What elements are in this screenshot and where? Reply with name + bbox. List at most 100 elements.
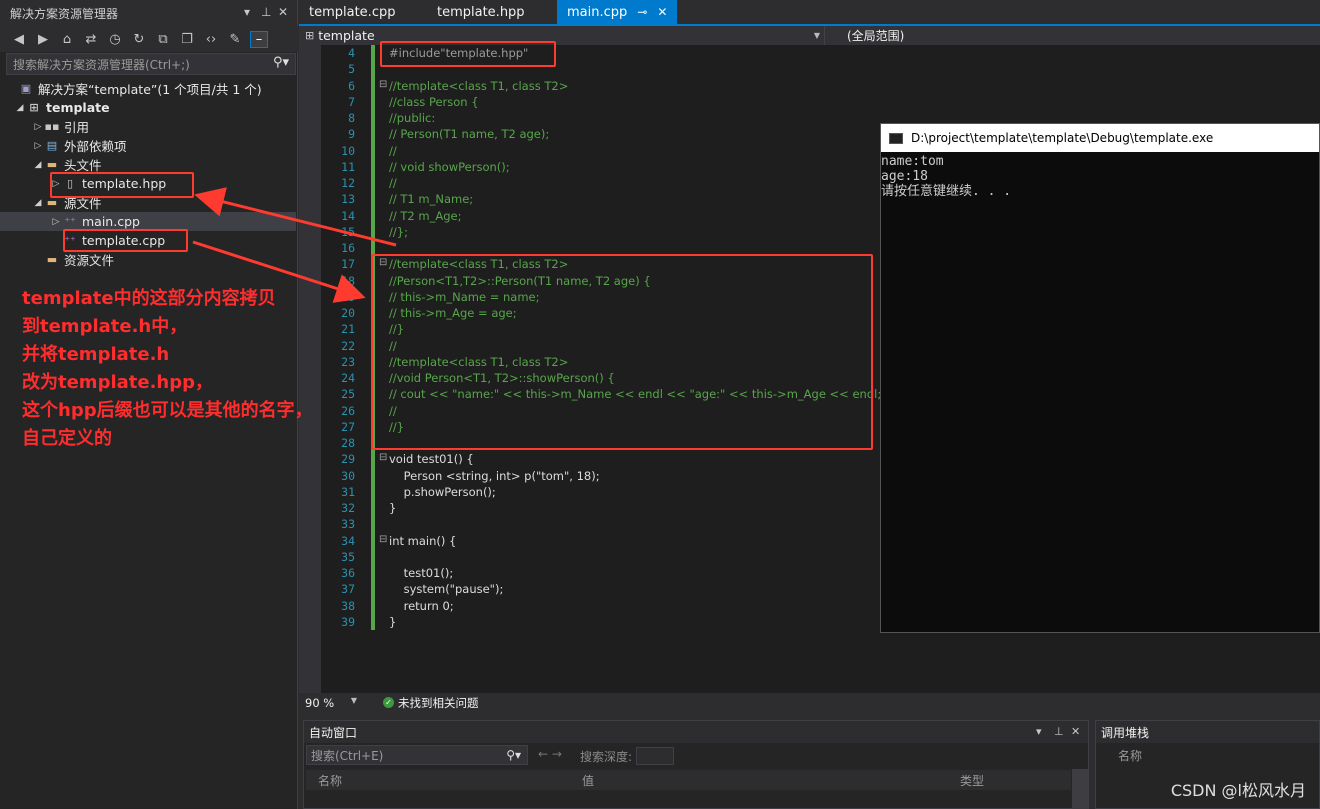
tree-item-solution[interactable]: ▣ 解决方案“template”(1 个项目/共 1 个)	[0, 79, 296, 98]
code-line: system("pause");	[389, 582, 504, 597]
folder-icon: ▬	[46, 158, 58, 171]
chevron-down-icon: ▼	[350, 695, 357, 705]
close-icon[interactable]: ✕	[1071, 725, 1080, 738]
window-position-dropdown-icon[interactable]: ▾	[244, 5, 250, 19]
search-depth-dropdown[interactable]	[636, 747, 675, 765]
console-line: 请按任意键继续. . .	[881, 184, 1012, 199]
line-number: 36	[341, 566, 355, 580]
issues-indicator[interactable]: ✓ 未找到相关问题	[383, 695, 479, 711]
callstack-title-bar: 调用堆栈	[1096, 721, 1319, 743]
line-number: 15	[341, 224, 355, 239]
properties-wrench-icon[interactable]: ✎	[226, 32, 244, 47]
project-dropdown[interactable]: ⊞ template ▼	[299, 26, 825, 45]
auto-hide-pin-icon[interactable]: ⊥	[1054, 725, 1064, 738]
search-navigation: ← →	[538, 747, 562, 761]
collapse-toggle-icon[interactable]: ⊟	[379, 534, 387, 545]
search-placeholder: 搜索解决方案资源管理器(Ctrl+;)	[13, 57, 190, 72]
expanded-arrow-icon[interactable]: ◢	[14, 103, 26, 113]
check-icon: ✓	[383, 697, 394, 708]
line-number: 25	[341, 387, 355, 402]
tab-template-hpp[interactable]: template.hpp	[427, 0, 557, 24]
vertical-scrollbar[interactable]	[1072, 769, 1088, 809]
annotation-line: 改为template.hpp，	[22, 372, 214, 393]
back-icon[interactable]: ◀	[10, 32, 28, 47]
scope-dropdown[interactable]: (全局范围)	[825, 27, 904, 44]
console-window[interactable]: D:\project\template\template\Debug\templ…	[880, 123, 1320, 633]
line-number: 39	[341, 614, 355, 629]
collapse-toggle-icon[interactable]: ⊟	[379, 79, 387, 90]
solution-explorer-search-input[interactable]: 搜索解决方案资源管理器(Ctrl+;) ⚲▾	[6, 53, 296, 75]
line-number: 9	[348, 127, 355, 142]
tree-item-label: template	[46, 100, 110, 115]
column-header-type[interactable]: 类型	[948, 772, 984, 789]
line-number: 6	[348, 78, 355, 93]
code-line: // void showPerson();	[389, 159, 510, 174]
line-number: 23	[341, 354, 355, 369]
window-position-dropdown-icon[interactable]: ▾	[1036, 725, 1042, 738]
zoom-dropdown[interactable]: 90 % ▼	[299, 696, 359, 710]
auto-hide-pin-icon[interactable]: ⊥	[261, 5, 271, 19]
tree-item-label: main.cpp	[82, 214, 140, 229]
expanded-arrow-icon[interactable]: ◢	[32, 160, 44, 170]
search-icon[interactable]: ⚲▾	[506, 748, 521, 762]
autos-title-bar: 自动窗口 ▾ ⊥ ✕	[304, 721, 1088, 743]
search-icon[interactable]: ⚲▾	[273, 55, 289, 70]
line-number: 17	[341, 257, 355, 272]
autos-title: 自动窗口	[309, 725, 358, 740]
tree-item-project[interactable]: ◢ ⊞ template	[0, 98, 296, 117]
close-icon[interactable]: ✕	[278, 5, 288, 19]
code-line: int main() {	[389, 533, 457, 548]
switch-views-icon[interactable]: ⇄	[82, 32, 100, 47]
history-icon[interactable]: ◷	[106, 32, 124, 47]
collapsed-arrow-icon[interactable]: ▷	[50, 217, 62, 227]
annotation-line: 并将template.h	[22, 344, 170, 365]
close-tab-icon[interactable]: ✕	[657, 5, 667, 19]
console-line: age:18	[881, 169, 928, 184]
arrow-left-icon[interactable]: ←	[538, 747, 548, 761]
tab-main-cpp[interactable]: main.cpp ⊸ ✕	[557, 0, 678, 24]
tab-label: template.hpp	[437, 4, 525, 20]
line-number: 24	[341, 371, 355, 385]
pin-tab-icon[interactable]: ⊸	[637, 5, 647, 19]
collapsed-arrow-icon[interactable]: ▷	[32, 122, 44, 132]
console-title-bar[interactable]: D:\project\template\template\Debug\templ…	[881, 124, 1319, 152]
line-number: 5	[348, 62, 355, 77]
line-number: 30	[341, 468, 355, 483]
collapsed-arrow-icon[interactable]: ▷	[32, 141, 44, 151]
code-line: // T1 m_Name;	[389, 192, 474, 207]
arrow-right-icon[interactable]: →	[552, 747, 562, 761]
collapse-toggle-icon[interactable]: ⊟	[379, 452, 387, 463]
tree-item-resource-files[interactable]: ▬ 资源文件	[0, 250, 296, 269]
editor-status-strip: 90 % ▼ ✓ 未找到相关问题	[299, 693, 1320, 712]
column-header-name[interactable]: 名称	[306, 772, 570, 789]
line-number: 12	[341, 176, 355, 190]
autos-search-input[interactable]: 搜索(Ctrl+E) ⚲▾	[306, 745, 528, 765]
tab-label: template.cpp	[309, 4, 396, 20]
line-number: 11	[341, 159, 355, 174]
watermark: CSDN @l松风水月	[1170, 781, 1306, 800]
pin-icon[interactable]: –	[250, 30, 268, 48]
tree-item-references[interactable]: ▷ ▪▪ 引用	[0, 117, 296, 136]
collapse-all-icon[interactable]: ⧉	[154, 32, 172, 47]
editor-tab-strip: template.cpp template.hpp main.cpp ⊸ ✕	[299, 0, 1320, 24]
column-header-value[interactable]: 值	[570, 772, 948, 789]
tree-item-external-deps[interactable]: ▷ ▤ 外部依赖项	[0, 136, 296, 155]
expanded-arrow-icon[interactable]: ◢	[32, 198, 44, 208]
code-view-icon[interactable]: ‹›	[202, 32, 220, 47]
code-line: //	[389, 176, 397, 190]
code-line: p.showPerson();	[389, 484, 496, 499]
sync-icon[interactable]: ↻	[130, 32, 148, 47]
cpp-file-icon: ⁺⁺	[64, 215, 76, 228]
tab-label: main.cpp	[567, 4, 628, 20]
line-number: 21	[341, 322, 355, 337]
show-all-files-icon[interactable]: ❐	[178, 32, 196, 47]
tree-item-label: 外部依赖项	[64, 139, 127, 154]
line-number: 26	[341, 403, 355, 418]
solution-explorer-title: 解决方案资源管理器 ▾ ⊥ ✕	[0, 0, 297, 26]
code-line: }	[389, 501, 397, 515]
forward-icon[interactable]: ▶	[34, 32, 52, 47]
tab-template-cpp[interactable]: template.cpp	[299, 0, 427, 24]
column-header-name[interactable]: 名称	[1118, 747, 1142, 764]
chevron-down-icon: ▼	[813, 31, 820, 40]
home-icon[interactable]: ⌂	[58, 32, 76, 47]
